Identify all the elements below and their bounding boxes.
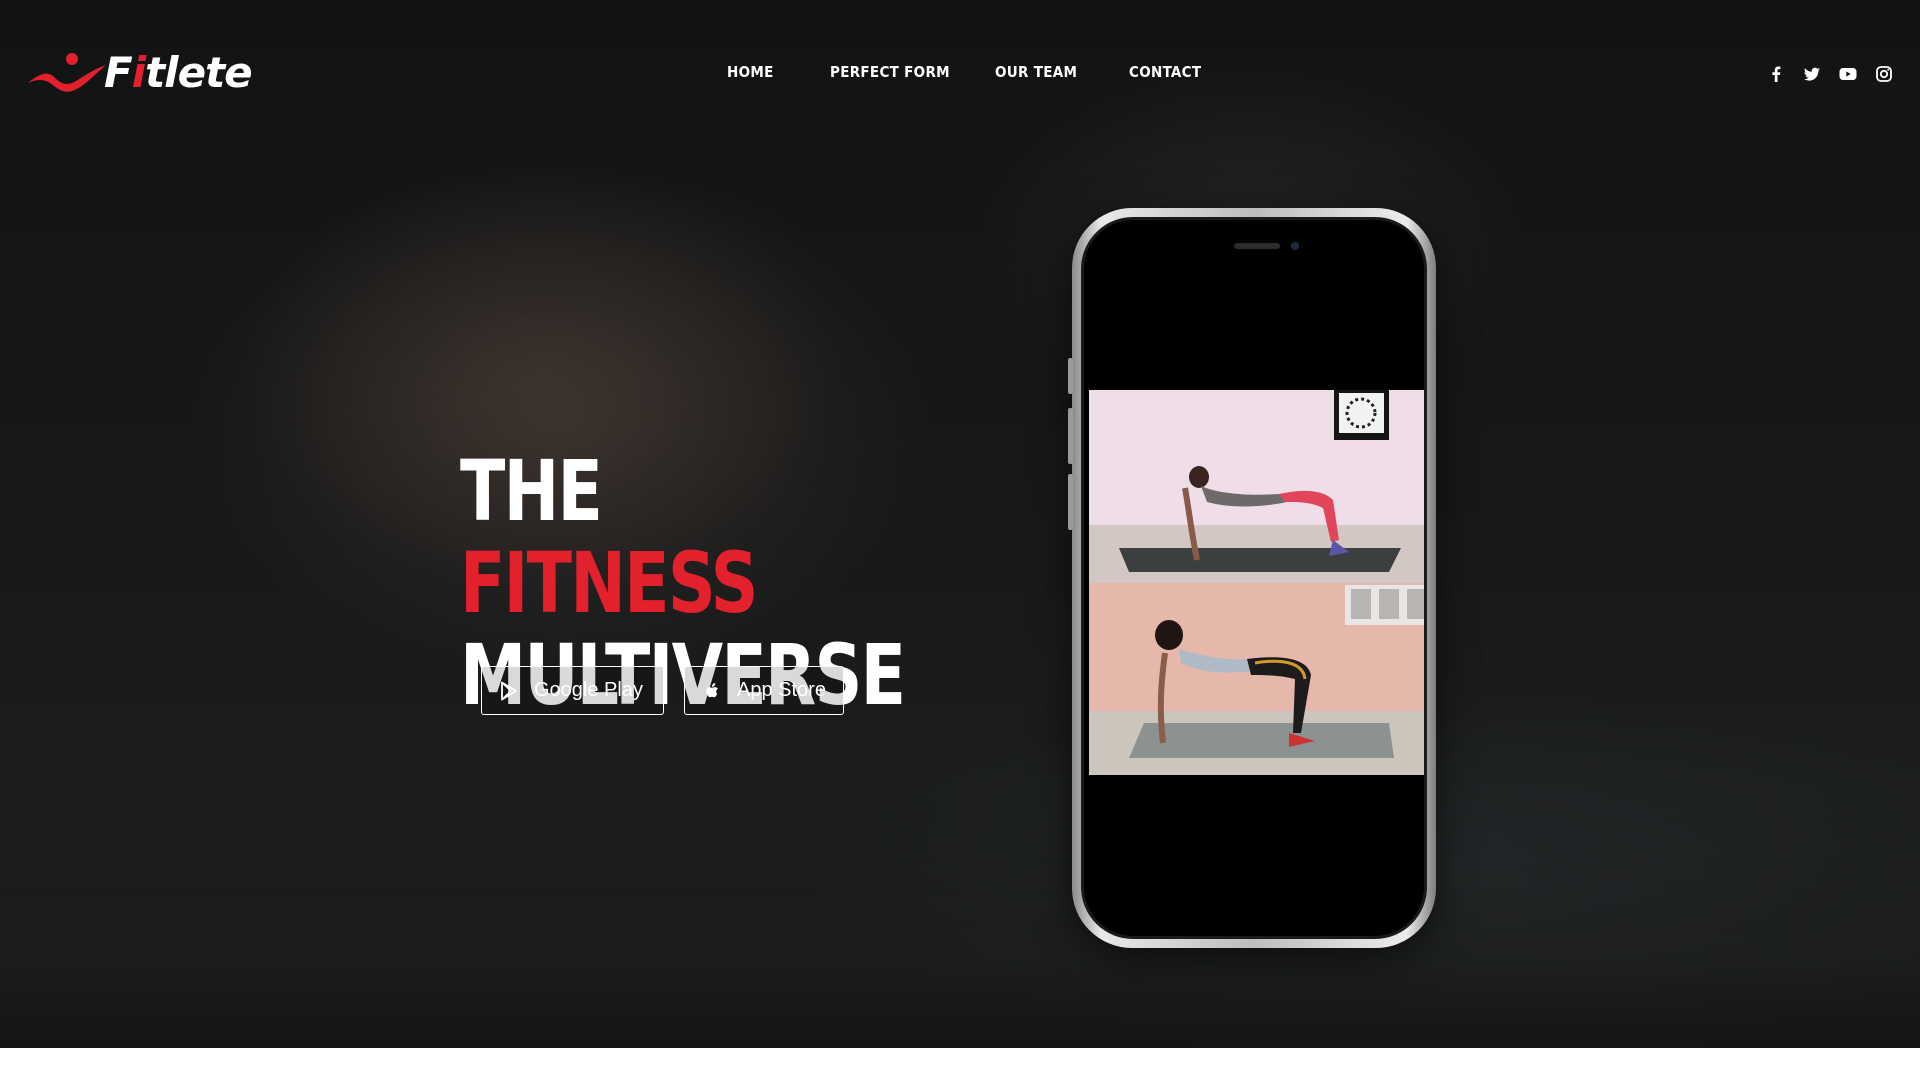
nav-our-team[interactable]: OUR TEAM	[995, 63, 1077, 81]
phone-screen	[1081, 217, 1427, 939]
main-nav: HOME PERFECT FORM OUR TEAM CONTACT	[0, 63, 1920, 87]
nav-contact[interactable]: CONTACT	[1129, 63, 1201, 81]
youtube-icon[interactable]	[1838, 64, 1858, 84]
google-play-icon	[501, 681, 517, 700]
social-links	[1766, 62, 1894, 86]
headline-word-the: THE	[460, 442, 603, 540]
phone-camera	[1291, 242, 1299, 250]
app-store-label: App Store	[737, 679, 826, 701]
phone-mockup	[1068, 208, 1436, 948]
headline-word-fitness: FITNESS	[460, 534, 759, 632]
phone-side-button	[1068, 358, 1073, 394]
nav-home[interactable]: HOME	[727, 63, 774, 81]
exercise-video[interactable]	[1089, 390, 1424, 775]
instagram-icon[interactable]	[1874, 64, 1894, 84]
google-play-label: Google Play	[534, 679, 643, 701]
hero-background-floor	[0, 820, 1920, 1048]
phone-side-button	[1068, 474, 1073, 530]
nav-perfect-form[interactable]: PERFECT FORM	[830, 63, 950, 81]
app-store-button[interactable]: App Store	[684, 666, 844, 715]
facebook-icon[interactable]	[1766, 64, 1786, 84]
video-frame-top	[1089, 390, 1424, 583]
hero-section: Fitlete HOME PERFECT FORM OUR TEAM CONTA…	[0, 0, 1920, 1048]
twitter-icon[interactable]	[1802, 64, 1822, 84]
phone-speaker	[1234, 243, 1280, 249]
video-frame-bottom	[1089, 583, 1424, 775]
phone-side-button	[1068, 408, 1073, 464]
google-play-button[interactable]: Google Play	[481, 666, 664, 715]
apple-icon	[706, 682, 718, 697]
